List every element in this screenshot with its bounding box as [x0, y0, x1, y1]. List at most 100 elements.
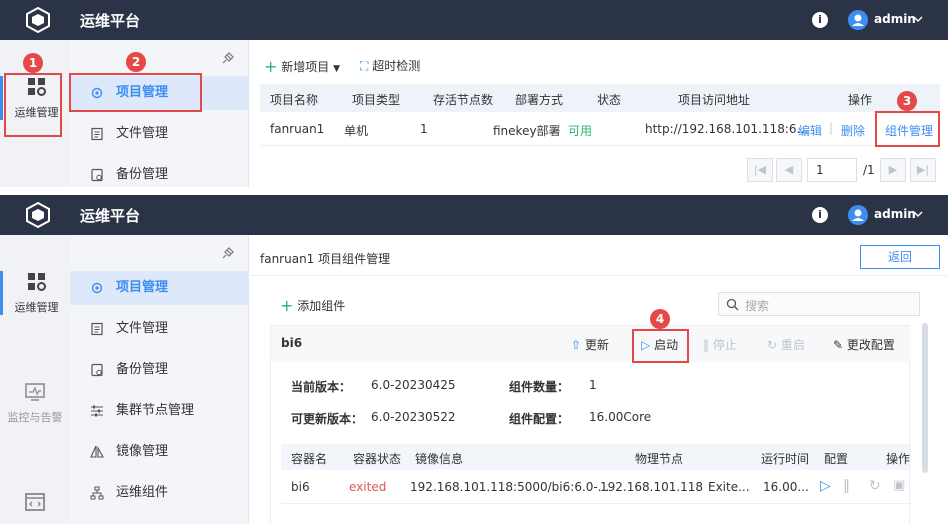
- plus-icon: +: [280, 296, 294, 315]
- side-menu: 项目管理 文件管理 备份管理 集群节点管理 镜像管理 运维组件: [70, 235, 249, 524]
- terminal-icon[interactable]: ▣: [893, 478, 905, 493]
- update-button[interactable]: ⇧ 更新: [571, 336, 609, 353]
- grid-gear-icon: [27, 273, 46, 291]
- module-rail: 运维管理 监控与告警: [0, 235, 70, 524]
- menu-item-component[interactable]: 运维组件: [70, 476, 249, 510]
- restart-button[interactable]: ↻ 重启: [767, 336, 805, 353]
- component-name: bi6: [281, 336, 303, 350]
- last-page-button[interactable]: ▶|: [910, 158, 936, 182]
- top-bar: 运维平台 i admin: [0, 0, 948, 40]
- col-header: 镜像信息: [415, 452, 464, 466]
- file-icon: [91, 322, 103, 336]
- rail-item-ops[interactable]: 运维管理: [0, 271, 70, 315]
- delete-link[interactable]: 删除: [841, 122, 865, 139]
- info-icon[interactable]: i: [812, 207, 828, 223]
- app-title: 运维平台: [80, 207, 141, 225]
- search-input[interactable]: 搜索: [718, 292, 920, 316]
- uptime: Exite...: [708, 480, 750, 494]
- menu-item-image[interactable]: 镜像管理: [70, 435, 249, 469]
- col-header: 部署方式: [515, 93, 564, 107]
- menu-item-label: 运维组件: [116, 485, 169, 500]
- return-button[interactable]: 返回: [860, 245, 940, 269]
- current-version: 6.0-20230425: [371, 378, 456, 392]
- restart-icon[interactable]: ↻: [869, 478, 881, 494]
- col-header: 容器名: [291, 452, 328, 466]
- table-row[interactable]: fanruan1 单机 1 finekey部署 可用 http://192.16…: [260, 112, 940, 146]
- menu-item-project[interactable]: 项目管理: [70, 271, 249, 305]
- rail-item-monitor[interactable]: 监控与告警: [0, 381, 70, 425]
- component-count: 1: [589, 378, 597, 392]
- avatar[interactable]: [848, 205, 868, 225]
- chevron-down-icon[interactable]: [912, 13, 924, 25]
- menu-item-backup[interactable]: 备份管理: [70, 353, 249, 387]
- component-card: bi6 ⇧ 更新 ▷ 启动 ‖ 停止 ↻ 重启 ✎ 更改配置 当前版本： 6.0…: [270, 325, 911, 524]
- container-config: 16.00...: [763, 480, 809, 494]
- highlight-box-1: [4, 73, 62, 137]
- add-component-button[interactable]: + 添加组件: [280, 296, 345, 315]
- col-header: 运行时间: [761, 452, 810, 466]
- project-url[interactable]: http://192.168.101.118:6...: [645, 122, 808, 136]
- menu-item-file[interactable]: 文件管理: [70, 312, 249, 346]
- sail-icon: [90, 445, 104, 458]
- component-count-label: 组件数量：: [509, 380, 570, 394]
- org-chart-icon: [90, 486, 104, 500]
- add-project-button[interactable]: + 新增项目 ▼: [264, 57, 340, 76]
- rail-item-label: 监控与告警: [7, 411, 63, 424]
- menu-item-label: 镜像管理: [116, 444, 169, 459]
- highlight-box-2: [69, 73, 202, 112]
- menu-item-file[interactable]: 文件管理: [70, 117, 249, 151]
- username[interactable]: admin: [874, 12, 916, 26]
- step-badge-1: 1: [23, 53, 43, 73]
- pause-icon: ‖: [703, 338, 709, 352]
- component-config: 16.00Core: [589, 410, 652, 424]
- table-row[interactable]: bi6 exited 192.168.101.118:5000/bi6:6.0-…: [281, 470, 911, 504]
- col-header: 容器状态: [353, 452, 402, 466]
- first-page-button[interactable]: |◀: [747, 158, 773, 182]
- col-header: 配置: [824, 452, 849, 466]
- update-label: 更新: [584, 338, 609, 352]
- pin-icon[interactable]: [222, 50, 236, 64]
- prev-page-button[interactable]: ◀: [776, 158, 802, 182]
- current-version-label: 当前版本：: [291, 380, 352, 394]
- backup-icon: [91, 363, 103, 377]
- updatable-version-label: 可更新版本：: [291, 412, 364, 426]
- col-header: 项目类型: [352, 93, 401, 107]
- menu-item-cluster[interactable]: 集群节点管理: [70, 394, 249, 428]
- edit-icon: ✎: [833, 338, 844, 352]
- avatar[interactable]: [848, 10, 868, 30]
- image-info: 192.168.101.118:5000/bi6:6.0-...: [410, 480, 610, 494]
- breadcrumb: fanruan1 项目组件管理: [260, 252, 391, 266]
- sliders-icon: [91, 405, 103, 417]
- info-icon[interactable]: i: [812, 12, 828, 28]
- side-menu: 项目管理 文件管理 备份管理: [70, 40, 249, 187]
- component-manage-screen: 运维平台 i admin 运维管理 监控与告警 项目管理 文件管理 备份管理 集…: [0, 195, 948, 524]
- restart-label: 重启: [780, 338, 805, 352]
- chevron-down-icon[interactable]: [912, 208, 924, 220]
- menu-item-label: 文件管理: [116, 321, 169, 336]
- top-bar: 运维平台 i admin: [0, 195, 948, 235]
- col-header: 操作: [886, 452, 911, 466]
- edit-link[interactable]: 编辑: [798, 122, 822, 139]
- pin-icon[interactable]: [222, 245, 236, 259]
- project-list-screen: 运维平台 i admin 运维管理 1 项目管理 文件管理 备份管理 2 + 新…: [0, 0, 948, 187]
- rail-item-code[interactable]: [0, 491, 70, 513]
- stop-label: 停止: [712, 338, 737, 352]
- project-name: fanruan1: [270, 122, 325, 136]
- timeout-check-button[interactable]: ⛶ 超时检测: [360, 57, 420, 74]
- menu-item-backup[interactable]: 备份管理: [70, 158, 249, 187]
- stop-button[interactable]: ‖ 停止: [703, 336, 737, 353]
- change-config-button[interactable]: ✎ 更改配置: [833, 336, 895, 353]
- card-scrollbar[interactable]: [922, 323, 928, 473]
- gear-icon: [91, 282, 103, 294]
- page-input[interactable]: 1: [807, 158, 857, 182]
- username[interactable]: admin: [874, 207, 916, 221]
- pause-icon[interactable]: ‖: [843, 478, 850, 494]
- app-title: 运维平台: [80, 12, 141, 30]
- project-main: + 新增项目 ▼ ⛶ 超时检测 项目名称 项目类型 存活节点数 部署方式 状态 …: [250, 40, 948, 187]
- col-header: 存活节点数: [433, 93, 494, 107]
- caret-down-icon: ▼: [333, 64, 340, 74]
- next-page-button[interactable]: ▶: [880, 158, 906, 182]
- physical-node: 192.168.101.118: [600, 480, 704, 494]
- component-main: fanruan1 项目组件管理 返回 + 添加组件 搜索 bi6 ⇧ 更新 ▷ …: [250, 235, 948, 524]
- play-icon[interactable]: ▷: [820, 478, 831, 494]
